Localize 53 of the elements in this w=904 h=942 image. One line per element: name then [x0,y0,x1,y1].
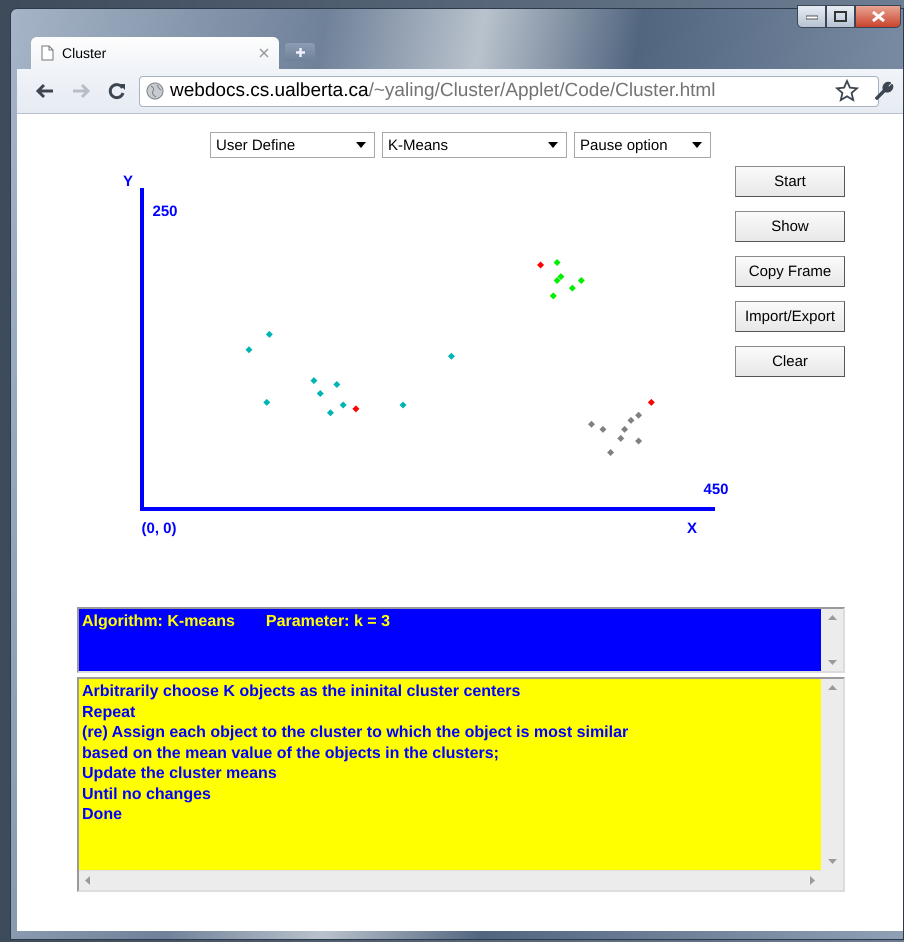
horizontal-scrollbar[interactable] [79,870,821,890]
scroll-up-icon[interactable] [828,615,836,620]
action-button[interactable]: Start [735,166,845,197]
dropdown[interactable]: User Define [210,132,375,158]
wrench-icon[interactable] [873,80,895,102]
axis-label: X [687,520,697,537]
text-line: Done [82,805,123,825]
close-icon [872,11,884,22]
text-line: (re) Assign each object to the cluster to which the object is most similar [82,723,630,743]
scroll-up-icon[interactable] [828,685,836,690]
action-button[interactable]: Show [735,211,845,242]
caret-icon [356,142,366,148]
scroll-down-icon[interactable] [828,660,836,665]
dropdown[interactable]: Pause option [574,132,711,158]
maximize-icon [834,11,847,22]
new-tab-button[interactable] [285,43,315,61]
scroll-down-icon[interactable] [828,859,836,864]
address-bar[interactable]: webdocs.cs.ualberta.ca/~yaling/Cluster/Applet/Code/Cluster.html [139,76,879,106]
axis-label: 250 [152,203,178,220]
action-button[interactable]: Import/Export [735,301,845,332]
page-icon [41,45,54,61]
caret-icon [692,142,702,148]
scroll-left-icon[interactable] [85,876,90,885]
dropdown[interactable]: K-Means [382,132,567,158]
axis-label: Y [123,173,133,190]
minimize-icon [806,14,818,20]
action-button[interactable]: Copy Frame [735,256,845,287]
text-line: Repeat [82,702,136,722]
close-tab-icon[interactable] [259,48,269,58]
minimize-button[interactable] [797,5,826,28]
text-line: based on the mean value of the objects in the clusters; [82,744,500,764]
reload-icon[interactable] [108,82,126,100]
back-icon[interactable] [35,83,55,99]
star-icon[interactable] [835,79,859,103]
vertical-scrollbar[interactable] [821,609,843,671]
axis-label: (0, 0) [142,520,176,537]
algorithm-label: Algorithm: K-means [82,612,235,632]
forward-icon[interactable] [71,83,91,99]
text-line: Update the cluster means [82,764,278,784]
globe-icon [146,82,164,100]
maximize-button[interactable] [826,5,855,28]
plus-icon [294,46,306,58]
text-line: Until no changes [82,784,212,804]
action-button[interactable]: Clear [735,346,845,377]
url-text: webdocs.cs.ualberta.ca/~yaling/Cluster/Applet/Code/Cluster.html [170,80,716,102]
axis-label: 450 [703,481,729,498]
text-line: Arbitrarily choose K objects as the ininital cluster centers [82,682,522,702]
caret-icon [548,142,558,148]
scroll-right-icon[interactable] [810,876,815,885]
parameter-label: Parameter: k = 3 [266,612,390,632]
browser-tab[interactable]: Cluster [31,37,279,69]
close-button[interactable] [855,5,901,28]
vertical-scrollbar[interactable] [821,679,843,870]
